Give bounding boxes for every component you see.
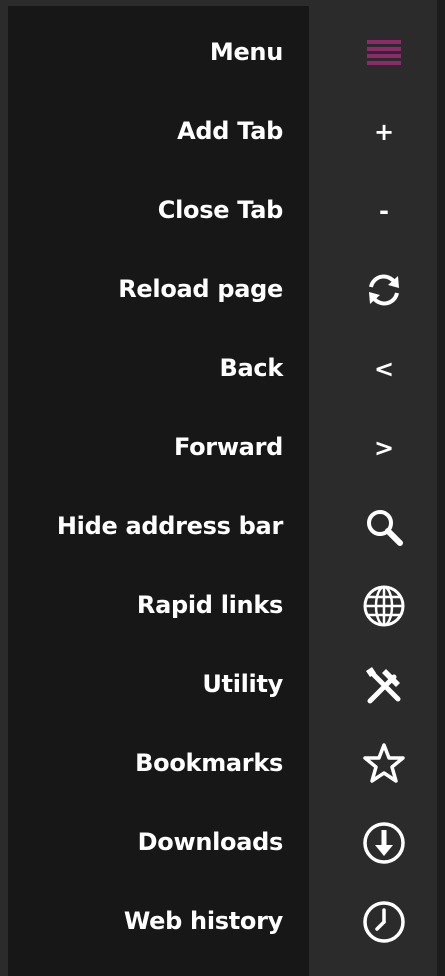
search-icon[interactable] (360, 505, 408, 549)
app-frame: Menu Add Tab + Close Tab - Reload page B… (0, 0, 445, 976)
menu-item-label: Close Tab (157, 196, 284, 224)
menu-item-rapid-links[interactable]: Rapid links (0, 566, 445, 645)
clock-icon[interactable] (360, 900, 408, 944)
plus-icon[interactable]: + (360, 110, 408, 154)
forward-glyph: > (373, 434, 395, 462)
back-glyph: < (373, 355, 395, 383)
menu-item-label: Utility (202, 670, 283, 698)
menu-item-reload-page[interactable]: Reload page (0, 250, 445, 329)
menu-item-hide-address-bar[interactable]: Hide address bar (0, 487, 445, 566)
menu-item-label: Hide address bar (56, 512, 283, 540)
menu-item-label: Bookmarks (135, 749, 283, 777)
chevron-left-icon[interactable]: < (360, 347, 408, 391)
menu-item-label: Add Tab (177, 117, 283, 145)
menu-item-utility[interactable]: Utility (0, 645, 445, 724)
menu-item-label: Reload page (118, 275, 283, 303)
plus-glyph: + (373, 118, 395, 146)
globe-icon[interactable] (360, 584, 408, 628)
download-icon[interactable] (360, 821, 408, 865)
menu-item-menu[interactable]: Menu (0, 13, 445, 92)
menu-item-label: Menu (209, 38, 283, 66)
hamburger-icon[interactable] (360, 31, 408, 75)
menu-item-label: Web history (123, 907, 283, 935)
star-icon[interactable] (360, 742, 408, 786)
menu-list: Menu Add Tab + Close Tab - Reload page B… (0, 13, 445, 961)
reload-icon[interactable] (360, 268, 408, 312)
minus-icon[interactable]: - (360, 189, 408, 233)
menu-item-close-tab[interactable]: Close Tab - (0, 171, 445, 250)
menu-item-add-tab[interactable]: Add Tab + (0, 92, 445, 171)
minus-glyph: - (379, 197, 389, 225)
menu-item-back[interactable]: Back < (0, 329, 445, 408)
chevron-right-icon[interactable]: > (360, 426, 408, 470)
menu-item-label: Rapid links (136, 591, 283, 619)
tools-icon[interactable] (360, 663, 408, 707)
menu-item-label: Forward (173, 433, 283, 461)
menu-item-downloads[interactable]: Downloads (0, 803, 445, 882)
menu-item-bookmarks[interactable]: Bookmarks (0, 724, 445, 803)
menu-item-forward[interactable]: Forward > (0, 408, 445, 487)
menu-item-label: Downloads (137, 828, 284, 856)
menu-item-label: Back (219, 354, 284, 382)
menu-item-web-history[interactable]: Web history (0, 882, 445, 961)
